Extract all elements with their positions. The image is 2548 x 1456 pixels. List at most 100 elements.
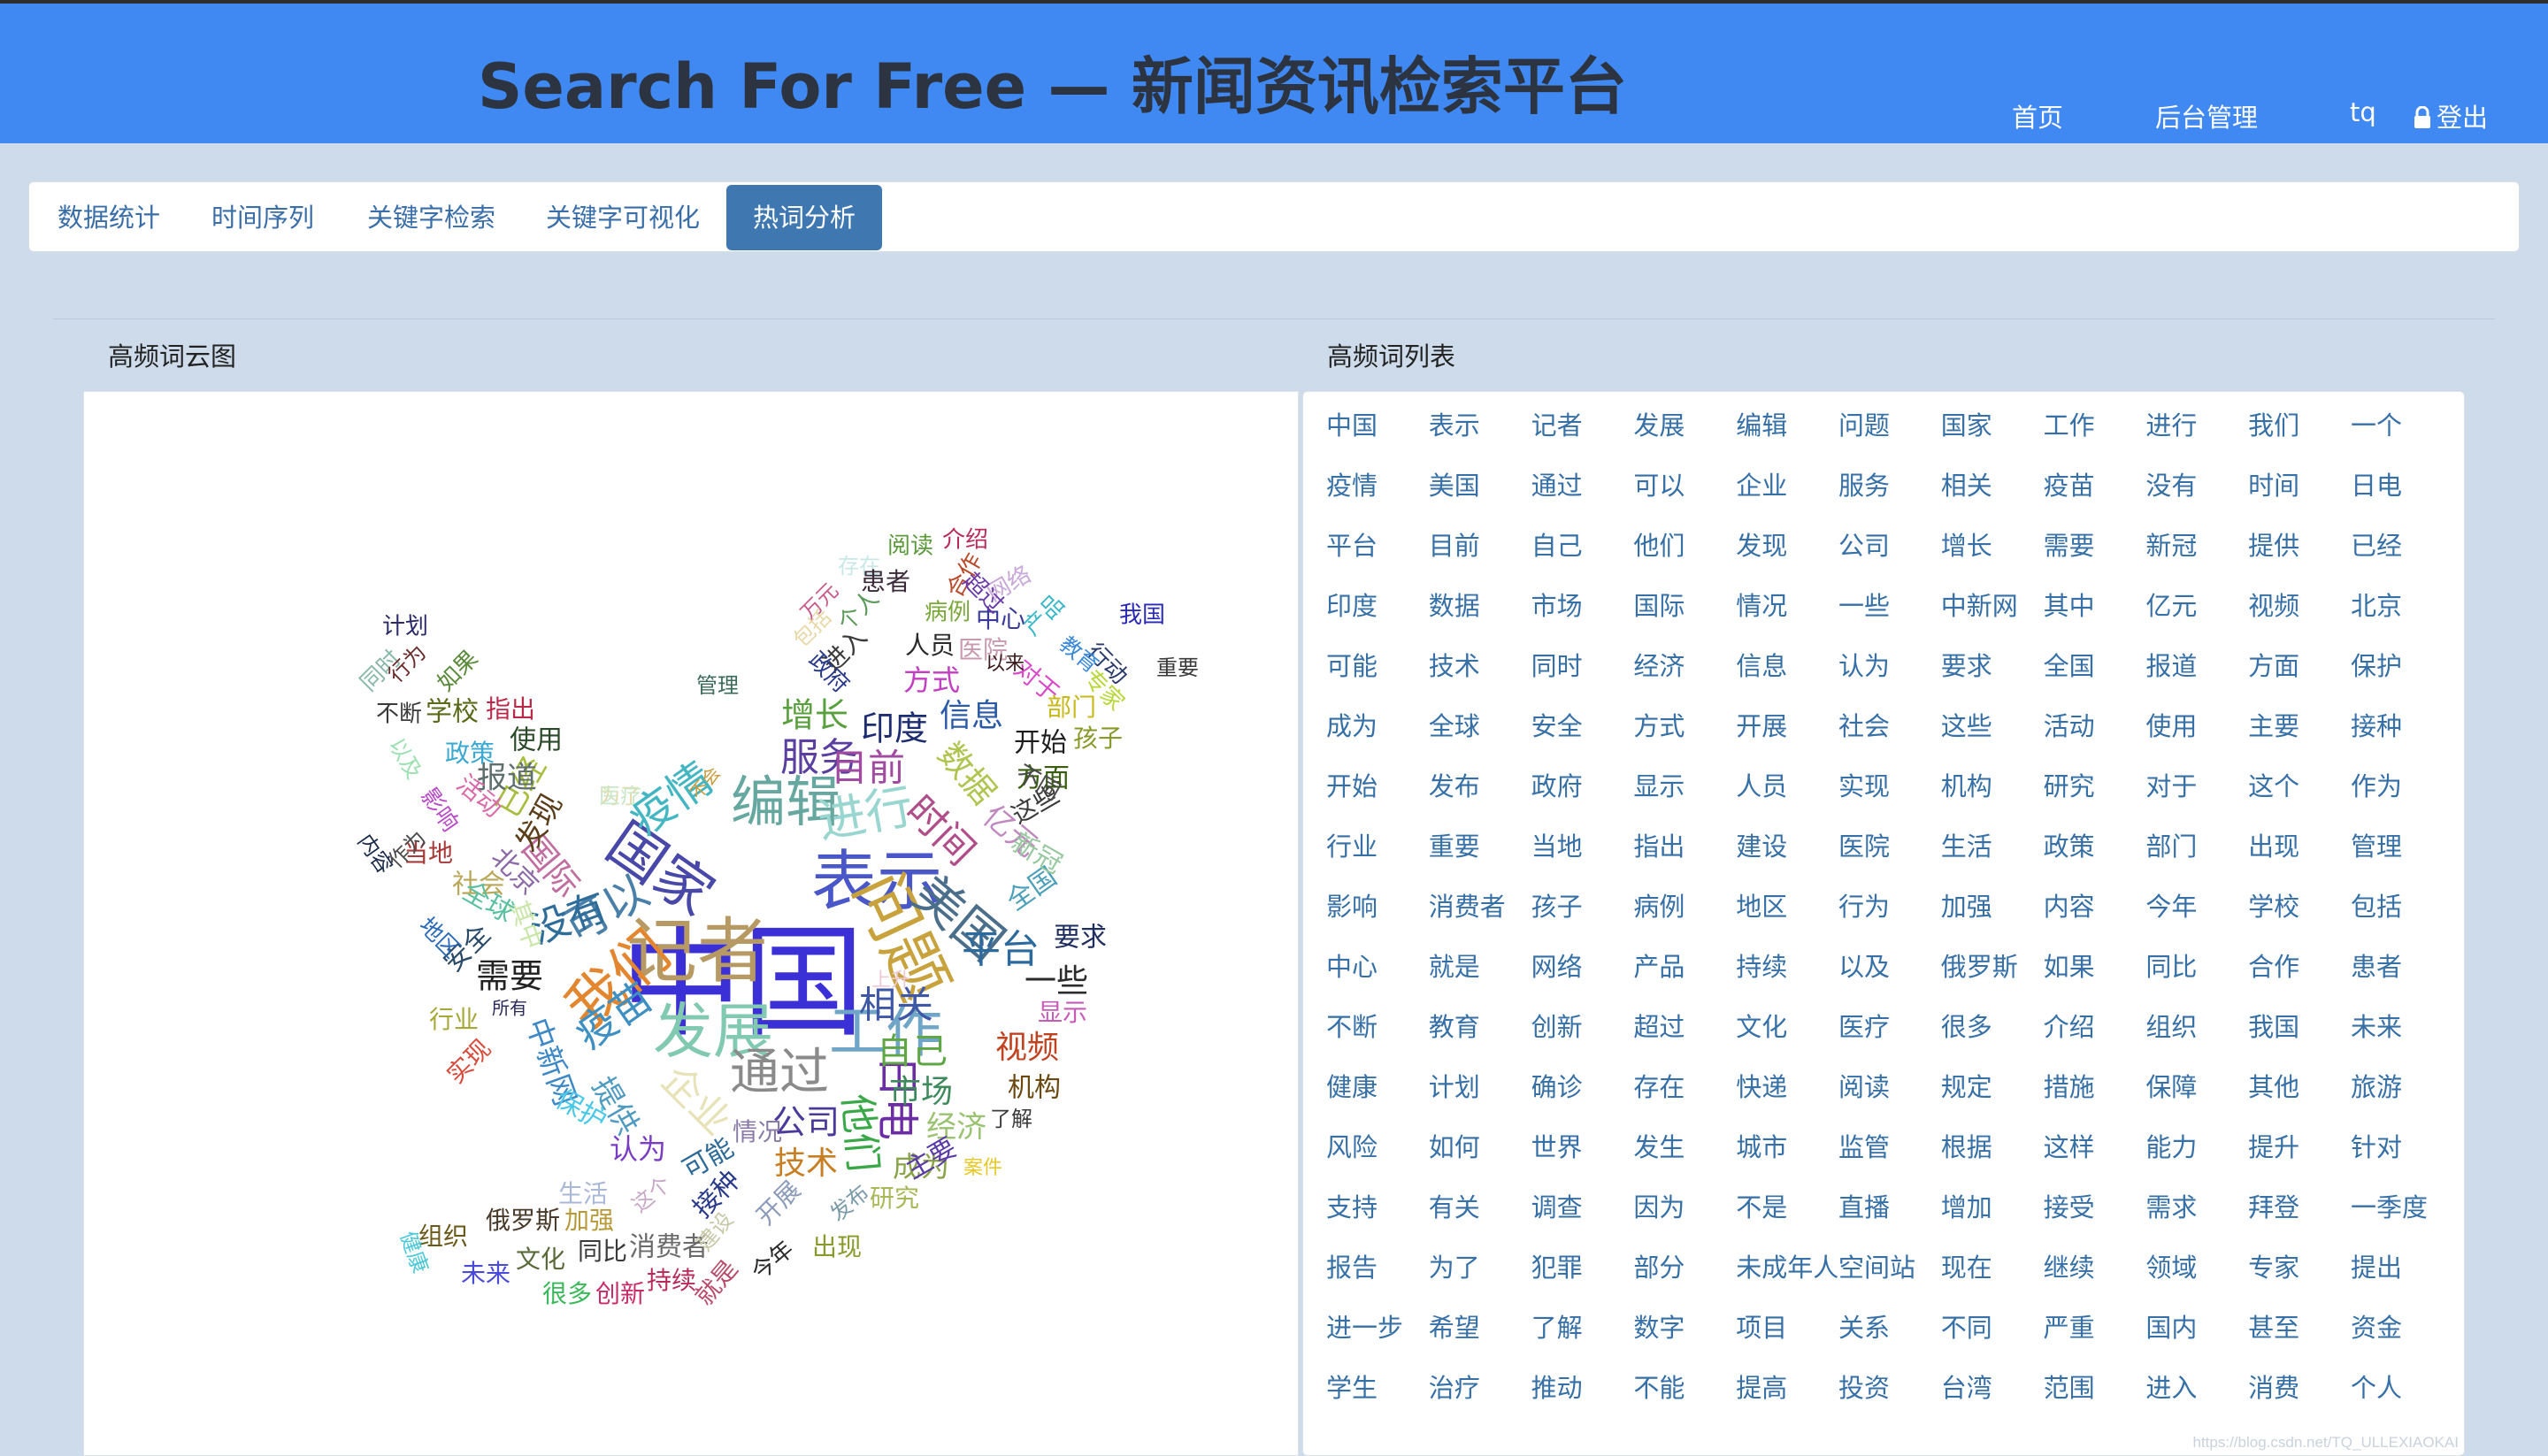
hot-word-item[interactable]: 创新 (1531, 1009, 1634, 1069)
hot-word-item[interactable]: 其他 (2248, 1069, 2351, 1130)
hot-word-item[interactable]: 需要 (2044, 528, 2146, 588)
hot-word-item[interactable]: 病例 (1633, 889, 1736, 949)
hot-word-item[interactable]: 世界 (1531, 1130, 1634, 1190)
nav-admin-link[interactable]: 后台管理 (2155, 97, 2258, 134)
hot-word-item[interactable]: 保护 (2351, 648, 2453, 709)
hot-word-item[interactable]: 组织 (2145, 1009, 2248, 1069)
hot-word-item[interactable]: 美国 (1429, 468, 1531, 528)
hot-word-item[interactable]: 医疗 (1838, 1009, 1941, 1069)
hot-word-item[interactable]: 要求 (1941, 648, 2044, 709)
hot-word-item[interactable]: 全国 (2044, 648, 2146, 709)
hot-word-item[interactable]: 行为 (1838, 889, 1941, 949)
hot-word-item[interactable]: 接种 (2351, 709, 2453, 769)
hot-word-item[interactable]: 方面 (2248, 648, 2351, 709)
hot-word-item[interactable]: 可能 (1326, 648, 1429, 709)
hot-word-item[interactable]: 未来 (2351, 1009, 2453, 1069)
hot-word-item[interactable]: 实现 (1838, 769, 1941, 829)
hot-word-item[interactable]: 风险 (1326, 1130, 1429, 1190)
hot-word-item[interactable]: 公司 (1838, 528, 1941, 588)
hot-word-item[interactable]: 快递 (1736, 1069, 1838, 1130)
hot-word-item[interactable]: 不能 (1633, 1370, 1736, 1430)
hot-word-item[interactable]: 开始 (1326, 769, 1429, 829)
hot-word-item[interactable]: 进行 (2145, 408, 2248, 468)
hot-word-item[interactable]: 全球 (1429, 709, 1531, 769)
hot-word-item[interactable]: 显示 (1633, 769, 1736, 829)
hot-word-item[interactable]: 活动 (2044, 709, 2146, 769)
hot-word-item[interactable]: 网络 (1531, 949, 1634, 1009)
hot-word-item[interactable]: 没有 (2145, 468, 2248, 528)
hot-word-item[interactable]: 工作 (2044, 408, 2146, 468)
hot-word-item[interactable]: 社会 (1838, 709, 1941, 769)
hot-word-item[interactable]: 记者 (1531, 408, 1634, 468)
hot-word-item[interactable]: 犯罪 (1531, 1250, 1634, 1310)
hot-word-item[interactable]: 中国 (1326, 408, 1429, 468)
hot-word-item[interactable]: 严重 (2044, 1310, 2146, 1370)
hot-word-item[interactable]: 中新网 (1941, 588, 2044, 648)
hot-word-item[interactable]: 投资 (1838, 1370, 1941, 1430)
hot-word-item[interactable]: 如何 (1429, 1130, 1531, 1190)
hot-word-item[interactable]: 提升 (2248, 1130, 2351, 1190)
hot-word-item[interactable]: 学生 (1326, 1370, 1429, 1430)
tab-time-series[interactable]: 时间序列 (185, 185, 341, 250)
hot-word-item[interactable]: 开展 (1736, 709, 1838, 769)
hot-word-item[interactable]: 一些 (1838, 588, 1941, 648)
hot-word-item[interactable]: 提出 (2351, 1250, 2453, 1310)
hot-word-item[interactable]: 亿元 (2145, 588, 2248, 648)
hot-word-item[interactable]: 部分 (1633, 1250, 1736, 1310)
hot-word-item[interactable]: 疫情 (1326, 468, 1429, 528)
hot-word-item[interactable]: 部门 (2145, 829, 2248, 889)
tab-keyword-visualization[interactable]: 关键字可视化 (519, 185, 726, 250)
hot-word-item[interactable]: 孩子 (1531, 889, 1634, 949)
hot-word-item[interactable]: 接受 (2044, 1190, 2146, 1250)
hot-word-item[interactable]: 政策 (2044, 829, 2146, 889)
hot-word-item[interactable]: 了解 (1531, 1310, 1634, 1370)
hot-word-item[interactable]: 健康 (1326, 1069, 1429, 1130)
hot-word-item[interactable]: 很多 (1941, 1009, 2044, 1069)
hot-word-item[interactable]: 消费者 (1429, 889, 1531, 949)
hot-word-item[interactable]: 俄罗斯 (1941, 949, 2044, 1009)
hot-word-item[interactable]: 有关 (1429, 1190, 1531, 1250)
hot-word-item[interactable]: 当地 (1531, 829, 1634, 889)
logout-link[interactable]: 登出 (2414, 97, 2488, 134)
nav-home-link[interactable]: 首页 (2012, 97, 2063, 134)
hot-word-item[interactable]: 一个 (2351, 408, 2453, 468)
hot-word-item[interactable]: 医院 (1838, 829, 1941, 889)
hot-word-item[interactable]: 旅游 (2351, 1069, 2453, 1130)
hot-word-item[interactable]: 消费 (2248, 1370, 2351, 1430)
hot-word-item[interactable]: 服务 (1838, 468, 1941, 528)
hot-word-item[interactable]: 不同 (1941, 1310, 2044, 1370)
hot-word-item[interactable]: 其中 (2044, 588, 2146, 648)
hot-word-item[interactable]: 阅读 (1838, 1069, 1941, 1130)
hot-word-item[interactable]: 作为 (2351, 769, 2453, 829)
hot-word-item[interactable]: 技术 (1429, 648, 1531, 709)
hot-word-item[interactable]: 继续 (2044, 1250, 2146, 1310)
hot-word-item[interactable]: 指出 (1633, 829, 1736, 889)
hot-word-item[interactable]: 包括 (2351, 889, 2453, 949)
hot-word-item[interactable]: 以及 (1838, 949, 1941, 1009)
hot-word-item[interactable]: 机构 (1941, 769, 2044, 829)
hot-word-item[interactable]: 国内 (2145, 1310, 2248, 1370)
hot-word-item[interactable]: 表示 (1429, 408, 1531, 468)
hot-word-item[interactable]: 重要 (1429, 829, 1531, 889)
hot-word-item[interactable]: 如果 (2044, 949, 2146, 1009)
hot-word-item[interactable]: 可以 (1633, 468, 1736, 528)
hot-word-item[interactable]: 时间 (2248, 468, 2351, 528)
hot-word-item[interactable]: 通过 (1531, 468, 1634, 528)
hot-word-item[interactable]: 编辑 (1736, 408, 1838, 468)
hot-word-item[interactable]: 合作 (2248, 949, 2351, 1009)
hot-word-item[interactable]: 视频 (2248, 588, 2351, 648)
hot-word-item[interactable]: 疫苗 (2044, 468, 2146, 528)
hot-word-item[interactable]: 安全 (1531, 709, 1634, 769)
hot-word-item[interactable]: 管理 (2351, 829, 2453, 889)
hot-word-item[interactable]: 国家 (1941, 408, 2044, 468)
hot-word-item[interactable]: 数据 (1429, 588, 1531, 648)
hot-word-item[interactable]: 关系 (1838, 1310, 1941, 1370)
hot-word-item[interactable]: 支持 (1326, 1190, 1429, 1250)
hot-word-item[interactable]: 需求 (2145, 1190, 2248, 1250)
hot-word-item[interactable]: 城市 (1736, 1130, 1838, 1190)
hot-word-item[interactable]: 发生 (1633, 1130, 1736, 1190)
hot-word-item[interactable]: 项目 (1736, 1310, 1838, 1370)
hot-word-item[interactable]: 市场 (1531, 588, 1634, 648)
hot-word-item[interactable]: 措施 (2044, 1069, 2146, 1130)
hot-word-item[interactable]: 地区 (1736, 889, 1838, 949)
